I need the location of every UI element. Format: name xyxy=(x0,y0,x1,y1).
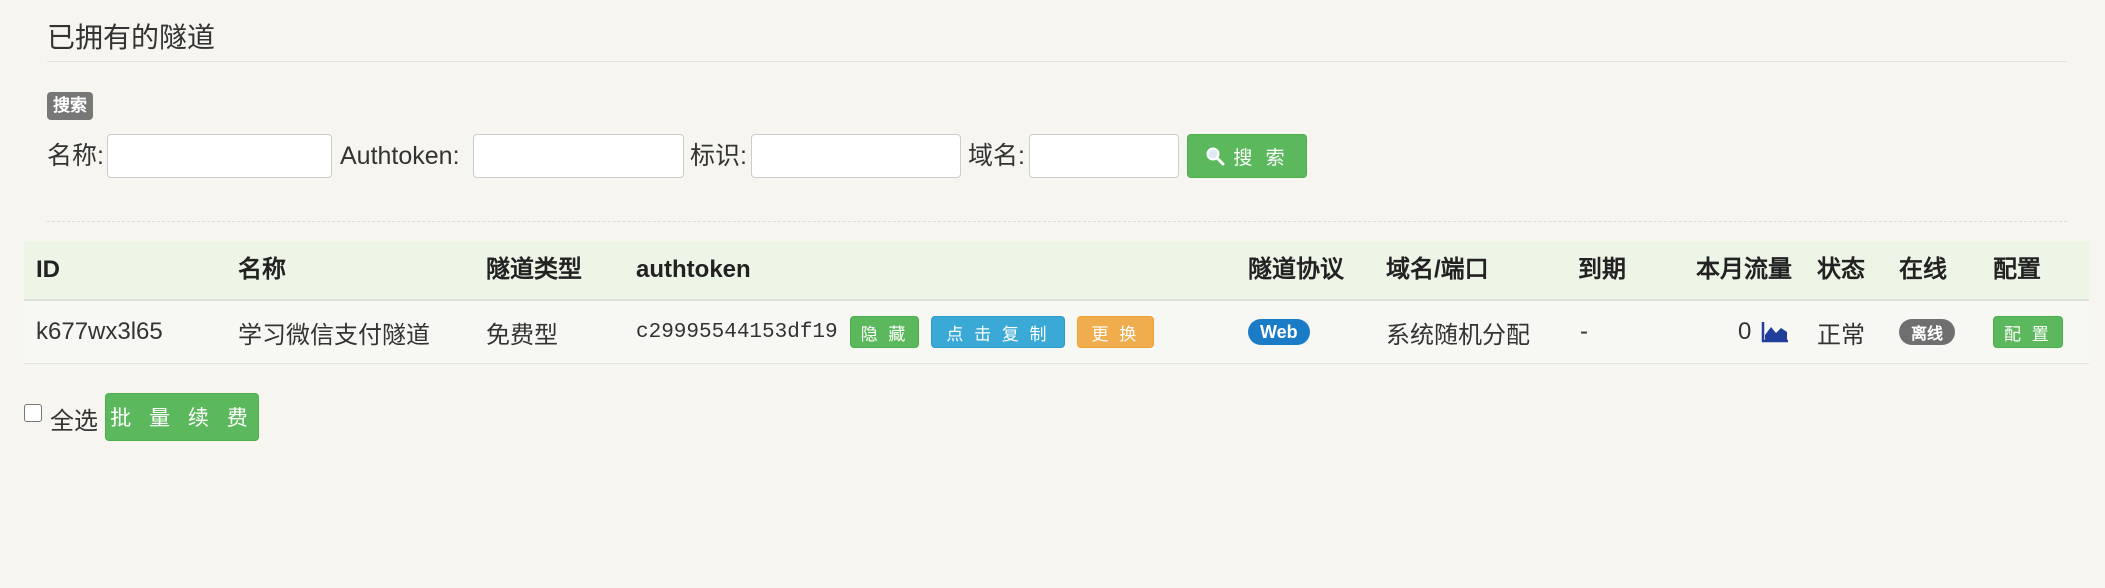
online-badge: 离线 xyxy=(1899,319,1956,345)
tag-label: 标识: xyxy=(690,142,747,170)
header-domain: 域名/端口 xyxy=(1386,256,1489,283)
tunnel-table: ID 名称 隧道类型 authtoken 隧道协议 域名/端口 到期 本月流量 … xyxy=(24,241,2089,364)
copy-token-button[interactable]: 点 击 复 制 xyxy=(931,316,1065,348)
traffic-value: 0 xyxy=(1738,318,1752,345)
table-header: ID 名称 隧道类型 authtoken 隧道协议 域名/端口 到期 本月流量 … xyxy=(24,241,2089,301)
page-title: 已拥有的隧道 xyxy=(47,22,216,53)
authtoken-input[interactable] xyxy=(473,134,684,178)
online-cell: 离线 xyxy=(1899,301,1956,363)
tunnel-expire: - xyxy=(1580,318,1588,345)
tunnel-type: 免费型 xyxy=(486,321,558,349)
header-authtoken: authtoken xyxy=(636,256,751,283)
name-input[interactable] xyxy=(107,134,332,178)
domain-input[interactable] xyxy=(1029,134,1179,178)
traffic-cell: 0 xyxy=(1738,301,1789,363)
protocol-badge: Web xyxy=(1248,319,1310,345)
section-divider xyxy=(47,221,2067,222)
authtoken-cell: c29995544153df19 隐 藏 点 击 复 制 更 换 xyxy=(636,301,1155,363)
batch-renew-button[interactable]: 批 量 续 费 xyxy=(105,393,259,441)
config-button[interactable]: 配 置 xyxy=(1993,316,2063,348)
domain-label: 域名: xyxy=(968,142,1025,170)
select-all-checkbox[interactable] xyxy=(24,404,42,422)
change-token-button[interactable]: 更 换 xyxy=(1076,316,1155,348)
tunnel-name: 学习微信支付隧道 xyxy=(238,321,430,349)
header-name: 名称 xyxy=(238,256,286,283)
tunnel-id: k677wx3l65 xyxy=(36,318,163,345)
header-config: 配置 xyxy=(1993,256,2041,283)
header-type: 隧道类型 xyxy=(486,256,582,283)
search-button[interactable]: 搜 索 xyxy=(1187,134,1307,178)
search-button-label: 搜 索 xyxy=(1233,147,1289,169)
header-online: 在线 xyxy=(1899,256,1947,283)
hide-token-button[interactable]: 隐 藏 xyxy=(849,316,920,348)
header-traffic: 本月流量 xyxy=(1696,256,1792,283)
authtoken-label: Authtoken: xyxy=(340,142,460,170)
table-row: k677wx3l65 学习微信支付隧道 免费型 c29995544153df19… xyxy=(24,301,2089,364)
header-id: ID xyxy=(36,256,60,283)
table-footer: 全选 批 量 续 费 xyxy=(24,393,424,441)
name-label: 名称: xyxy=(47,142,104,170)
protocol-cell: Web xyxy=(1248,301,1310,363)
tunnel-domain: 系统随机分配 xyxy=(1386,321,1530,349)
tag-input[interactable] xyxy=(751,134,961,178)
tunnel-page: 已拥有的隧道 搜索 名称: Authtoken: 标识: 域名: 搜 索 ID … xyxy=(0,0,2105,588)
header-protocol: 隧道协议 xyxy=(1248,256,1344,283)
search-badge: 搜索 xyxy=(47,92,93,120)
title-divider xyxy=(47,61,2067,62)
authtoken-value: c29995544153df19 xyxy=(636,320,838,344)
config-cell: 配 置 xyxy=(1993,301,2063,363)
tunnel-status: 正常 xyxy=(1817,321,1865,349)
header-status: 状态 xyxy=(1817,256,1865,283)
select-all-label[interactable]: 全选 xyxy=(50,401,98,436)
magnifier-icon xyxy=(1205,146,1225,166)
search-form: 名称: Authtoken: 标识: 域名: 搜 索 xyxy=(47,134,1347,180)
header-expire: 到期 xyxy=(1578,256,1626,283)
area-chart-icon[interactable] xyxy=(1761,320,1789,344)
